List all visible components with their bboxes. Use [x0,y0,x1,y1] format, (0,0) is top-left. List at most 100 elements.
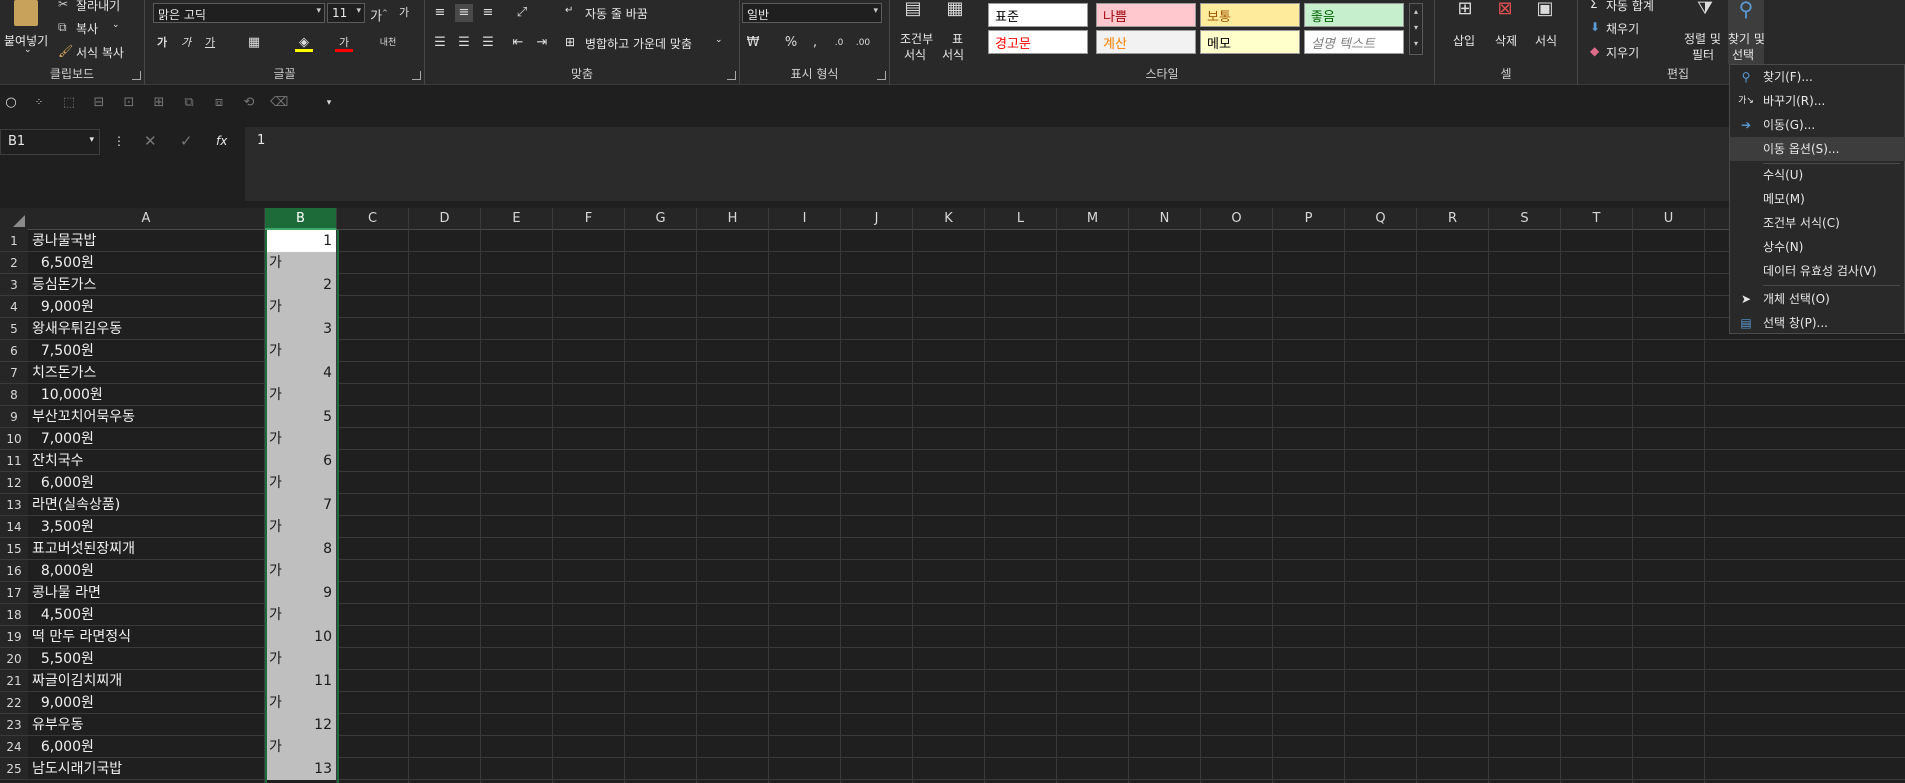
column-header-n[interactable]: N [1129,208,1201,230]
font-launcher-icon[interactable] [412,71,421,80]
column-header-q[interactable]: Q [1345,208,1417,230]
row-header[interactable]: 10 [0,428,28,450]
column-header-a[interactable]: A [28,208,265,230]
increase-indent-icon[interactable]: ⇥ [533,34,551,52]
align-right-icon[interactable]: ☰ [479,34,497,52]
cell-a[interactable]: 등심돈가스 [32,274,96,296]
row-header[interactable]: 8 [0,384,28,406]
cell-b[interactable]: 가 [265,648,336,670]
column-header-b[interactable]: B [265,208,337,230]
autosum-icon[interactable]: Σ [1590,0,1598,11]
row-header[interactable]: 19 [0,626,28,648]
cell-a[interactable]: 7,000원 [32,428,94,450]
cell-a[interactable]: 부산꼬치어묵우동 [32,406,135,428]
menu-item-constants[interactable]: 상수(N) [1730,235,1905,259]
cell-a[interactable]: 치즈돈가스 [32,362,96,384]
row-header[interactable]: 7 [0,362,28,384]
accounting-icon[interactable]: ₩ [744,34,762,52]
group-icon[interactable]: ⊞ [150,94,168,112]
cell-b[interactable]: 10 [265,626,336,648]
cell-style-6[interactable]: 메모 [1200,30,1300,54]
cell-style-3[interactable]: 좋음 [1304,3,1404,27]
cell-a[interactable]: 콩나물국밥 [32,230,96,252]
cell-b[interactable]: 가 [265,692,336,714]
column-header-t[interactable]: T [1561,208,1633,230]
orientation-icon[interactable]: ⤢ [513,4,531,22]
row-header[interactable]: 21 [0,670,28,692]
paste-icon[interactable] [14,0,38,26]
row-header[interactable]: 14 [0,516,28,538]
name-box[interactable]: B1 ▾ [0,129,100,155]
worksheet-grid[interactable]: ABCDEFGHIJKLMNOPQRSTU 1 콩나물국밥 1 2 6,500원 가 3 등… [0,208,1905,783]
cell-a[interactable]: 남도시래기국밥 [32,758,122,780]
row-header[interactable]: 5 [0,318,28,340]
menu-item-goto-special[interactable]: 이동 옵션(S)... [1730,137,1905,161]
cell-b[interactable]: 가 [265,736,336,758]
copy-icon[interactable]: ⧉ [58,20,67,35]
cell-style-7[interactable]: 설명 텍스트 [1304,30,1404,54]
row-header[interactable]: 16 [0,560,28,582]
cell-a[interactable]: 짜글이김치찌개 [32,670,122,692]
copy-button[interactable]: 복사 [76,20,98,37]
cell-a[interactable]: 왕새우튀김우동 [32,318,122,340]
row-header[interactable]: 13 [0,494,28,516]
column-header-p[interactable]: P [1273,208,1345,230]
gallery-scroll[interactable]: ▴ ▾ ▾ [1409,3,1423,55]
cell-style-2[interactable]: 보통 [1200,3,1300,27]
sort-filter-button[interactable]: 정렬 및 [1684,30,1721,47]
cell-a[interactable]: 8,000원 [32,560,94,582]
cell-b[interactable]: 9 [265,582,336,604]
clear-button[interactable]: 지우기 [1606,44,1639,61]
wrap-text-icon[interactable]: ↵ [565,5,573,16]
bold-icon[interactable]: 가 [153,34,171,52]
cell-a[interactable]: 10,000원 [32,384,103,406]
cell-b[interactable]: 2 [265,274,336,296]
column-header-i[interactable]: I [769,208,841,230]
bring-front-icon[interactable]: ⧉ [180,94,198,112]
column-header-k[interactable]: K [913,208,985,230]
enter-icon[interactable]: ✓ [180,132,193,150]
column-header-g[interactable]: G [625,208,697,230]
column-header-h[interactable]: H [697,208,769,230]
copy-dropdown-icon[interactable]: ⌄ [112,20,120,30]
sort-filter-icon[interactable]: ⧩ [1692,0,1718,28]
menu-item-goto[interactable]: ➔ 이동(G)... [1730,113,1905,137]
align-icon[interactable]: ⊟ [90,94,108,112]
cell-a[interactable]: 떡 만두 라면정식 [32,626,131,648]
fill-icon[interactable]: ⬇ [1590,20,1600,34]
row-header[interactable]: 17 [0,582,28,604]
menu-item-notes[interactable]: 메모(M) [1730,187,1905,211]
shape-icon[interactable]: ⬚ [60,94,78,112]
cell-b[interactable]: 가 [265,340,336,362]
cell-style-0[interactable]: 표준 [988,3,1088,27]
increase-decimal-icon[interactable]: .0 [830,34,848,52]
cell-style-1[interactable]: 나쁨 [1096,3,1196,27]
more-icon[interactable]: ⌫ [270,94,288,112]
border-icon[interactable]: ▦ [245,34,263,52]
number-launcher-icon[interactable] [877,71,886,80]
cell-b[interactable]: 가 [265,296,336,318]
clear-icon[interactable]: ◆ [1590,44,1599,58]
row-header[interactable]: 20 [0,648,28,670]
row-header[interactable]: 6 [0,340,28,362]
cut-button[interactable]: 잘라내기 [76,0,120,14]
cell-b[interactable]: 가 [265,252,336,274]
cell-a[interactable]: 6,000원 [32,472,94,494]
column-header-m[interactable]: M [1057,208,1129,230]
conditional-format-icon[interactable]: ▤ [900,0,926,28]
fill-button[interactable]: 채우기 [1606,20,1639,37]
customize-toolbar-icon[interactable]: ▾ [320,94,338,112]
row-header[interactable]: 18 [0,604,28,626]
menu-item-data-validation[interactable]: 데이터 유효성 검사(V) [1730,259,1905,283]
row-header[interactable]: 11 [0,450,28,472]
column-header-d[interactable]: D [409,208,481,230]
decrease-indent-icon[interactable]: ⇤ [509,34,527,52]
cell-a[interactable]: 9,000원 [32,296,94,318]
cell-a[interactable]: 7,500원 [32,340,94,362]
cell-b[interactable]: 6 [265,450,336,472]
paste-dropdown-icon[interactable]: ⌄ [24,45,32,55]
menu-item-selection-pane[interactable]: ▤ 선택 창(P)... [1730,311,1905,335]
row-header[interactable]: 9 [0,406,28,428]
format-cells-button[interactable]: 서식 [1535,32,1557,49]
increase-font-icon[interactable]: 가^ [370,4,388,24]
